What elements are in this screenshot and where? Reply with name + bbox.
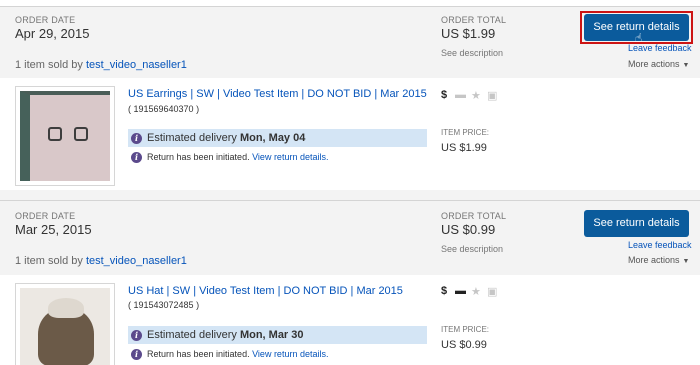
status-icons: $ ▬ ★ ▣ bbox=[441, 89, 511, 103]
order-date-label: ORDER DATE bbox=[15, 15, 76, 25]
item-price: US $1.99 bbox=[441, 142, 487, 154]
order-total-label: ORDER TOTAL bbox=[441, 211, 507, 221]
earring-right bbox=[74, 127, 88, 141]
sold-by-prefix: 1 item sold by bbox=[15, 59, 83, 71]
item-price-label: ITEM PRICE: bbox=[441, 325, 490, 334]
earring-left bbox=[48, 127, 62, 141]
chevron-down-icon: ▼ bbox=[682, 258, 690, 265]
item-number: ( 191543072485 ) bbox=[128, 300, 200, 310]
info-icon: i bbox=[131, 330, 142, 341]
see-return-details-button[interactable]: See return details bbox=[584, 210, 689, 237]
shipping-icon: ▬ bbox=[455, 89, 466, 101]
delivered-box-icon: ▣ bbox=[487, 286, 498, 298]
sold-by-prefix: 1 item sold by bbox=[15, 255, 83, 267]
more-actions-menu[interactable]: More actions ▼ bbox=[628, 59, 689, 69]
estimated-delivery-date: Mon, Mar 30 bbox=[239, 329, 304, 341]
order-total: US $1.99 bbox=[441, 26, 496, 41]
earrings-image bbox=[20, 91, 110, 181]
return-status: Return has been initiated. View return d… bbox=[147, 152, 328, 162]
more-actions-menu[interactable]: More actions ▼ bbox=[628, 255, 689, 265]
leave-feedback-link[interactable]: Leave feedback bbox=[628, 43, 692, 53]
status-icons: $ ▬ ★ ▣ bbox=[441, 285, 511, 299]
shipping-icon: ▬ bbox=[455, 285, 466, 297]
estimated-delivery-date: Mon, May 04 bbox=[239, 132, 306, 144]
delivered-box-icon: ▣ bbox=[487, 90, 498, 102]
more-actions-label: More actions bbox=[628, 255, 680, 265]
item-thumbnail[interactable] bbox=[15, 86, 115, 186]
info-icon: i bbox=[131, 152, 142, 163]
order-date: Apr 29, 2015 bbox=[15, 26, 90, 41]
return-status-text: Return has been initiated. bbox=[147, 349, 250, 359]
info-icon: i bbox=[131, 133, 142, 144]
hat-top bbox=[48, 298, 84, 318]
see-description-link[interactable]: See description bbox=[441, 244, 503, 254]
feedback-star-icon: ★ bbox=[471, 90, 481, 102]
view-return-details-link[interactable]: View return details. bbox=[252, 349, 328, 359]
seller-link[interactable]: test_video_naseller1 bbox=[86, 59, 187, 71]
return-status: Return has been initiated. View return d… bbox=[147, 349, 328, 359]
view-return-details-link[interactable]: View return details. bbox=[252, 152, 328, 162]
more-actions-label: More actions bbox=[628, 59, 680, 69]
order-date-label: ORDER DATE bbox=[15, 211, 76, 221]
sold-by: 1 item sold by test_video_naseller1 bbox=[15, 59, 187, 71]
estimated-delivery-label: Estimated delivery bbox=[147, 132, 237, 144]
estimated-delivery: Estimated delivery Mon, May 04 bbox=[147, 132, 305, 144]
dollar-icon: $ bbox=[441, 285, 448, 297]
item-number: ( 191569640370 ) bbox=[128, 104, 200, 114]
sold-by: 1 item sold by test_video_naseller1 bbox=[15, 255, 187, 267]
estimated-delivery: Estimated delivery Mon, Mar 30 bbox=[147, 329, 304, 341]
info-icon: i bbox=[131, 349, 142, 360]
hat-image bbox=[20, 288, 110, 365]
item-title-link[interactable]: US Hat | SW | Video Test Item | DO NOT B… bbox=[128, 285, 403, 297]
order-date: Mar 25, 2015 bbox=[15, 222, 92, 237]
order-total-label: ORDER TOTAL bbox=[441, 15, 507, 25]
item-title-link[interactable]: US Earrings | SW | Video Test Item | DO … bbox=[128, 88, 427, 100]
order-total: US $0.99 bbox=[441, 222, 496, 237]
item-thumbnail[interactable] bbox=[15, 283, 115, 365]
seller-link[interactable]: test_video_naseller1 bbox=[86, 255, 187, 267]
dollar-icon: $ bbox=[441, 89, 448, 101]
return-status-text: Return has been initiated. bbox=[147, 152, 250, 162]
chevron-down-icon: ▼ bbox=[682, 62, 690, 69]
estimated-delivery-label: Estimated delivery bbox=[147, 329, 237, 341]
feedback-star-icon: ★ bbox=[471, 286, 481, 298]
leave-feedback-link[interactable]: Leave feedback bbox=[628, 240, 692, 250]
see-description-link[interactable]: See description bbox=[441, 48, 503, 58]
item-price: US $0.99 bbox=[441, 339, 487, 351]
item-price-label: ITEM PRICE: bbox=[441, 128, 490, 137]
